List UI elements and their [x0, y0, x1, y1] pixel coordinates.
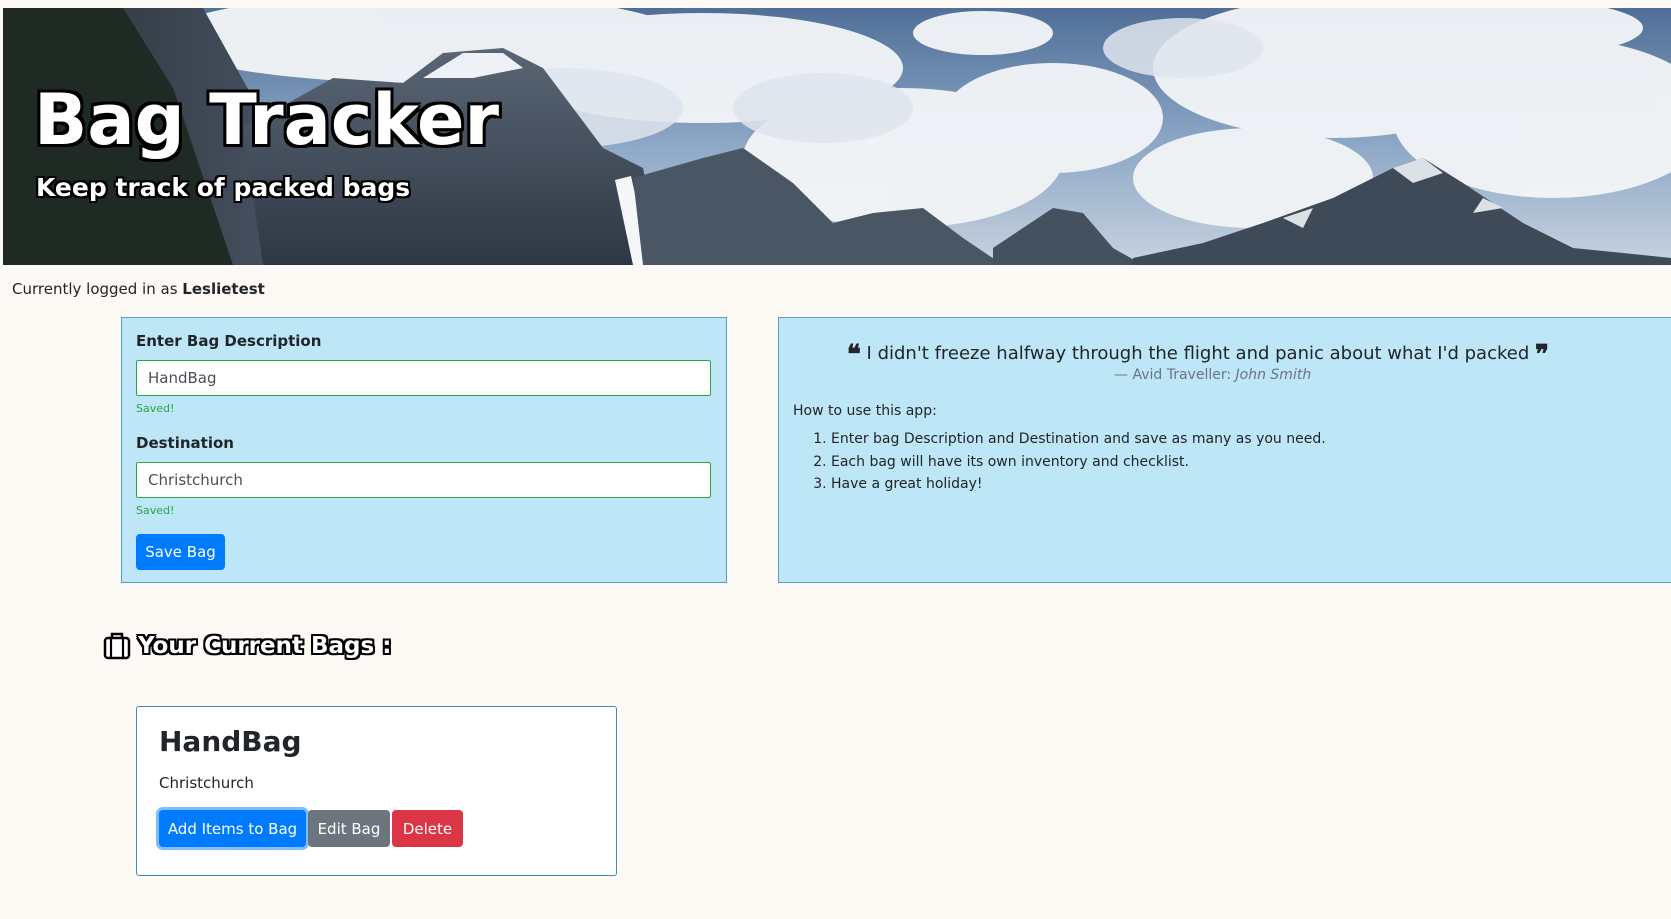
add-items-to-bag-button[interactable]: Add Items to Bag — [159, 810, 306, 847]
login-status-prefix: Currently logged in as — [12, 280, 178, 298]
quote-attribution: — Avid Traveller: John Smith — [1114, 367, 1311, 383]
quote-open-icon: ❝ — [846, 340, 861, 370]
suitcase-icon — [103, 632, 131, 660]
testimonial-quote: ❝ I didn't freeze halfway through the fl… — [847, 340, 1549, 370]
bag-description-input[interactable] — [136, 360, 711, 396]
bag-description-saved-message: Saved! — [136, 402, 175, 415]
quote-author-prefix: — Avid Traveller: — [1114, 367, 1232, 383]
quote-close-icon: ❞ — [1535, 340, 1549, 370]
bag-description-label: Enter Bag Description — [136, 332, 322, 350]
current-bags-heading: Your Current Bags : — [102, 632, 391, 660]
howto-steps: Enter bag Description and Destination an… — [793, 428, 1326, 496]
bag-card: HandBag Christchurch Add Items to Bag Ed… — [136, 706, 617, 876]
quote-text: I didn't freeze halfway through the flig… — [866, 343, 1530, 364]
app-subtitle: Keep track of packed bags — [36, 173, 411, 202]
destination-label: Destination — [136, 434, 234, 452]
destination-input[interactable] — [136, 462, 711, 498]
app-title: Bag Tracker — [34, 79, 500, 161]
hero-banner: Bag Tracker Keep track of packed bags — [3, 8, 1671, 265]
howto-step: Enter bag Description and Destination an… — [831, 428, 1326, 451]
howto-step: Have a great holiday! — [831, 473, 1326, 496]
save-bag-button[interactable]: Save Bag — [136, 534, 225, 570]
username: Leslietest — [182, 280, 265, 298]
bag-form-panel: Enter Bag Description Saved! Destination… — [121, 317, 727, 583]
howto-step: Each bag will have its own inventory and… — [831, 451, 1326, 474]
info-panel: ❝ I didn't freeze halfway through the fl… — [778, 317, 1671, 583]
login-status: Currently logged in as Leslietest — [12, 280, 265, 298]
bag-title: HandBag — [159, 725, 302, 758]
quote-author: John Smith — [1235, 367, 1312, 383]
bag-destination: Christchurch — [159, 774, 254, 792]
howto-title: How to use this app: — [793, 403, 937, 419]
current-bags-heading-text: Your Current Bags : — [138, 633, 392, 659]
destination-saved-message: Saved! — [136, 504, 175, 517]
edit-bag-button[interactable]: Edit Bag — [308, 810, 390, 847]
delete-bag-button[interactable]: Delete — [392, 810, 463, 847]
